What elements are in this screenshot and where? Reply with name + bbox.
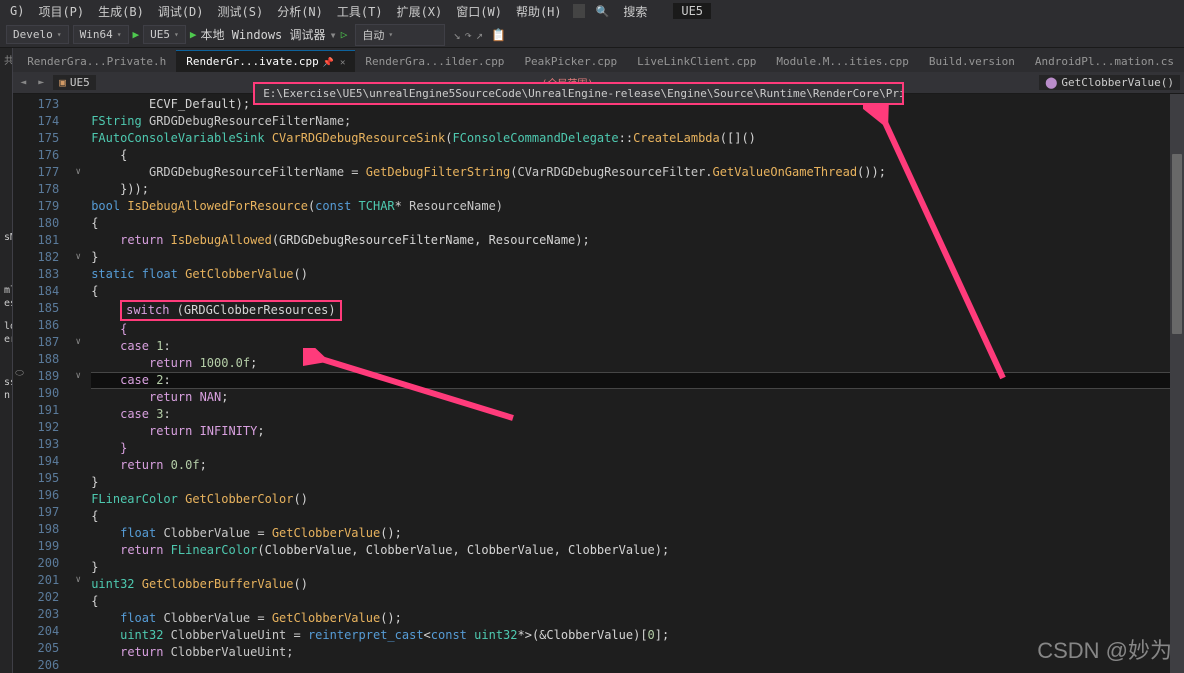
mode-combo[interactable]: 自动 (355, 24, 445, 46)
play-icon: ▶ (133, 28, 140, 41)
step-out-icon[interactable]: ↗ (476, 28, 483, 42)
config-combo[interactable]: Develo (6, 25, 69, 44)
menu-item[interactable]: 扩展(X) (391, 1, 449, 22)
editor-tab[interactable]: RenderGra...Private.h (17, 50, 176, 72)
project-crumb[interactable]: ▣UE5 (53, 75, 96, 90)
tree-item[interactable]: ssionTest.xm (0, 376, 12, 389)
menu-item[interactable]: 窗口(W) (450, 1, 508, 22)
tree-item[interactable]: est.xml (0, 297, 12, 310)
play-outline-icon[interactable]: ▷ (341, 28, 348, 41)
step-over-icon[interactable]: ↷ (465, 28, 472, 42)
target-combo[interactable]: UE5 (143, 25, 186, 44)
code-editor[interactable]: 1731741751761771781791801811821831841851… (13, 94, 1184, 673)
tabstrip: RenderGra...Private.hRenderGr...ivate.cp… (13, 48, 1184, 72)
tree-item[interactable]: ld.xml (0, 320, 12, 333)
editor-tab[interactable]: Module.M...ities.cpp (766, 50, 918, 72)
code-content[interactable]: ECVF_Default);FString GRDGDebugResourceF… (87, 94, 1184, 673)
editor-tab[interactable]: LiveLinkClient.cpp (627, 50, 766, 72)
menu-item[interactable]: 工具(T) (331, 1, 389, 22)
editor-tab[interactable]: PeakPicker.cpp (514, 50, 627, 72)
watermark: CSDN @妙为 (1037, 633, 1172, 665)
nav-fwd-icon[interactable]: ► (35, 77, 47, 88)
search-label[interactable]: 搜索 (617, 1, 653, 22)
toolbar-icon[interactable]: 📋 (491, 28, 506, 42)
nav-back-icon[interactable]: ◄ (17, 77, 29, 88)
platform-combo[interactable]: Win64 (73, 25, 129, 44)
toolbar: Develo Win64 ▶ UE5 ▶ 本地 Windows 调试器 ▾ ▷ … (0, 22, 1184, 48)
run-label[interactable]: 本地 Windows 调试器 (200, 26, 325, 43)
menu-item[interactable]: 分析(N) (271, 1, 329, 22)
menubar: G) 项目(P) 生成(B) 调试(D) 测试(S) 分析(N) 工具(T) 扩… (0, 0, 1184, 22)
tree-item[interactable]: n.txt (0, 389, 12, 402)
menu-item[interactable]: 帮助(H) (510, 1, 568, 22)
editor-area: RenderGra...Private.hRenderGr...ivate.cp… (13, 48, 1184, 673)
line-gutter: 1731741751761771781791801811821831841851… (13, 94, 69, 673)
step-into-icon[interactable]: ↘ (453, 28, 460, 42)
solution-explorer[interactable]: 共 160 个) sMarker.dat ml est.xml ld.xml e… (0, 48, 13, 673)
solution-name: UE5 (673, 3, 711, 19)
menu-item[interactable]: 调试(D) (152, 1, 210, 22)
menu-item[interactable]: 测试(S) (212, 1, 270, 22)
tree-item[interactable]: ers.xml (0, 333, 12, 346)
function-crumb[interactable]: ⬤GetClobberValue() (1039, 75, 1180, 90)
menu-item[interactable]: 项目(P) (32, 1, 90, 22)
menu-item[interactable]: 生成(B) (92, 1, 150, 22)
separator (573, 4, 585, 18)
scrollbar-thumb[interactable] (1172, 154, 1182, 334)
fold-column[interactable]: ∨∨∨∨∨∨ (69, 94, 87, 673)
tree-item[interactable]: sMarker.dat (0, 231, 12, 244)
editor-tab[interactable]: RenderGra...ilder.cpp (355, 50, 514, 72)
editor-tab[interactable]: AndroidPl...mation.cs (1025, 50, 1184, 72)
path-highlight: E:\Exercise\UE5\unrealEngine5SourceCode\… (253, 82, 904, 105)
tree-item[interactable]: ml (0, 284, 12, 297)
editor-tab[interactable]: Build.version (919, 50, 1025, 72)
file-path: E:\Exercise\UE5\unrealEngine5SourceCode\… (253, 82, 904, 105)
vertical-scrollbar[interactable] (1170, 94, 1184, 673)
play-icon[interactable]: ▶ (190, 28, 197, 41)
result-count: 共 160 个) (0, 48, 12, 71)
main-area: 共 160 个) sMarker.dat ml est.xml ld.xml e… (0, 48, 1184, 673)
search-icon[interactable]: 🔍 (590, 3, 616, 20)
menu-item[interactable]: G) (4, 2, 30, 20)
editor-tab[interactable]: RenderGr...ivate.cpp📌✕ (176, 50, 355, 72)
